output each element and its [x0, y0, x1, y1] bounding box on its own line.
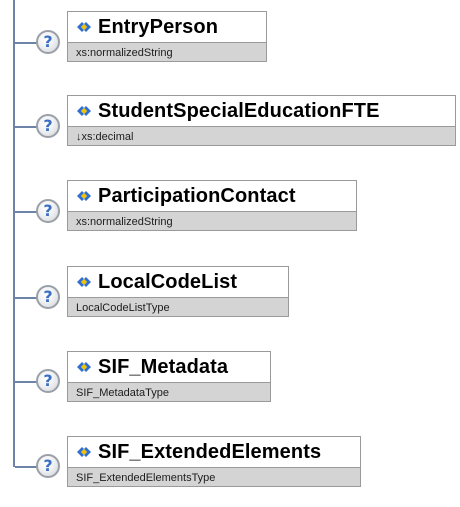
- element-type: xs:normalizedString: [76, 215, 173, 228]
- element-type: LocalCodeListType: [76, 301, 170, 314]
- element-node-sif-metadata[interactable]: SIF_Metadata SIF_MetadataType: [67, 351, 274, 405]
- element-icon: [77, 22, 91, 32]
- element-type: ↓xs:decimal: [76, 130, 134, 143]
- element-name: ParticipationContact: [98, 184, 296, 207]
- element-name: LocalCodeList: [98, 270, 238, 293]
- element-icon: [77, 362, 91, 372]
- element-type: SIF_MetadataType: [76, 386, 169, 399]
- tree-connector: [15, 126, 38, 128]
- element-icon: [77, 191, 91, 201]
- element-type: SIF_ExtendedElementsType: [76, 471, 216, 484]
- optional-occurrence-icon: ?: [36, 30, 60, 54]
- element-name: SIF_Metadata: [98, 355, 229, 378]
- element-icon: [77, 106, 91, 116]
- tree-connector: [15, 297, 38, 299]
- tree-connector: [15, 42, 38, 44]
- element-node-header: EntryPerson: [68, 12, 266, 43]
- element-node-header: ParticipationContact: [68, 181, 356, 212]
- tree-spine-line: [13, 0, 15, 467]
- element-node-sif-extended-elements[interactable]: SIF_ExtendedElements SIF_ExtendedElement…: [67, 436, 364, 490]
- tree-connector: [15, 211, 38, 213]
- element-name: SIF_ExtendedElements: [98, 440, 322, 463]
- optional-occurrence-icon: ?: [36, 454, 60, 478]
- element-node-header: SIF_Metadata: [68, 352, 270, 383]
- element-icon: [77, 447, 91, 457]
- element-name: StudentSpecialEducationFTE: [98, 99, 380, 122]
- element-type: xs:normalizedString: [76, 46, 173, 59]
- element-node-header: LocalCodeList: [68, 267, 288, 298]
- element-node-local-code-list[interactable]: LocalCodeList LocalCodeListType: [67, 266, 292, 320]
- element-name: EntryPerson: [98, 15, 219, 38]
- element-node-participation-contact[interactable]: ParticipationContact xs:normalizedString: [67, 180, 360, 234]
- tree-connector: [15, 381, 38, 383]
- element-node-student-special-education-fte[interactable]: StudentSpecialEducationFTE ↓xs:decimal: [67, 95, 459, 149]
- element-node-header: StudentSpecialEducationFTE: [68, 96, 455, 127]
- optional-occurrence-icon: ?: [36, 369, 60, 393]
- element-node-entry-person[interactable]: EntryPerson xs:normalizedString: [67, 11, 270, 65]
- optional-occurrence-icon: ?: [36, 114, 60, 138]
- tree-connector: [15, 466, 38, 468]
- optional-occurrence-icon: ?: [36, 285, 60, 309]
- optional-occurrence-icon: ?: [36, 199, 60, 223]
- element-icon: [77, 277, 91, 287]
- element-node-header: SIF_ExtendedElements: [68, 437, 360, 468]
